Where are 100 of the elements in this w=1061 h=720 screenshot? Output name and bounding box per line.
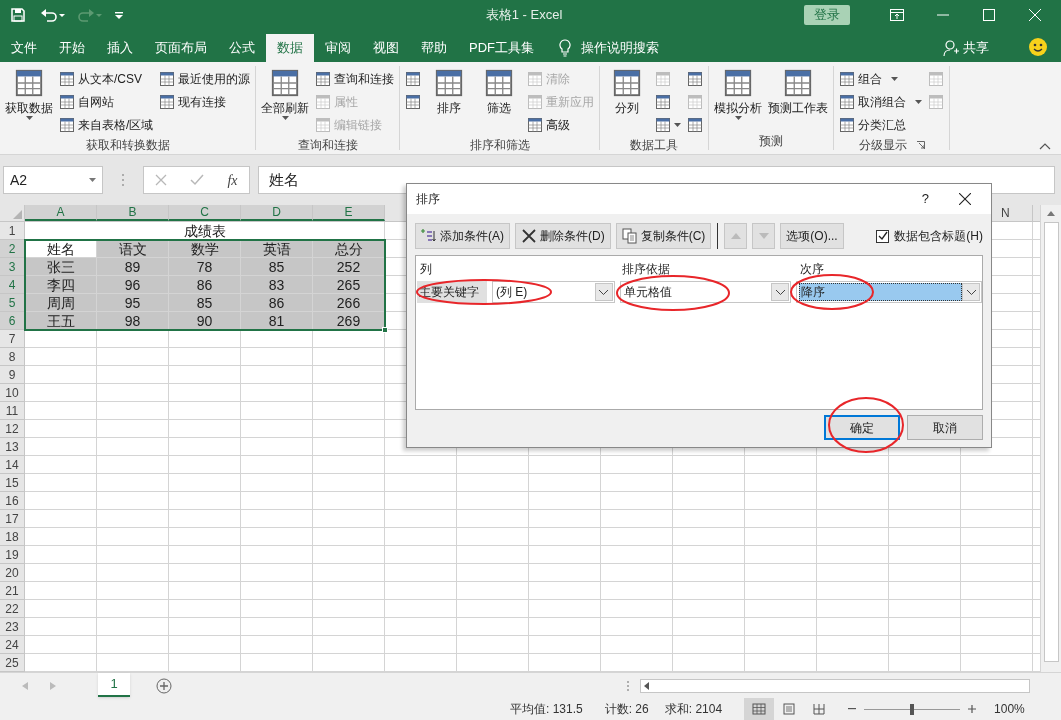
ribbon-button[interactable]: 全部刷新	[261, 68, 310, 120]
zoom-level[interactable]: 100%	[994, 700, 1025, 718]
dialog-launcher-icon[interactable]	[916, 141, 925, 149]
ribbon-button[interactable]: 查询和连接	[315, 68, 395, 90]
ribbon-tab[interactable]: 公式	[218, 34, 266, 62]
column-header[interactable]: D	[241, 205, 313, 221]
row-header[interactable]: 18	[0, 528, 25, 546]
undo-icon[interactable]	[40, 7, 66, 23]
scroll-left-icon[interactable]	[644, 681, 649, 690]
chevron-down-icon	[599, 289, 609, 295]
row-header[interactable]: 2	[0, 240, 25, 258]
checkbox[interactable]	[876, 229, 890, 243]
row-header[interactable]: 8	[0, 348, 25, 366]
collapse-ribbon-icon[interactable]	[1039, 143, 1051, 150]
row-header[interactable]: 14	[0, 456, 25, 474]
insert-function-button[interactable]: fx	[227, 169, 238, 191]
cancel-button[interactable]: 取消	[907, 415, 983, 440]
row-header[interactable]: 22	[0, 600, 25, 618]
ribbon-button[interactable]: 组合	[839, 68, 923, 90]
row-header[interactable]: 7	[0, 330, 25, 348]
ribbon-button[interactable]: 自网站	[59, 91, 154, 113]
row-header[interactable]: 12	[0, 420, 25, 438]
row-header[interactable]: 24	[0, 636, 25, 654]
row-header[interactable]: 17	[0, 510, 25, 528]
options-button[interactable]: 选项(O)...	[780, 223, 844, 249]
ribbon-button[interactable]: 模拟分析	[714, 68, 763, 120]
customize-icon[interactable]	[114, 10, 124, 20]
fill-handle[interactable]	[382, 327, 388, 333]
add-button[interactable]: 添加条件(A)	[415, 223, 510, 249]
scrollbar-thumb[interactable]	[1043, 222, 1059, 662]
ribbon-button[interactable]: 高级	[527, 114, 595, 136]
ribbon-display-icon[interactable]	[890, 9, 904, 21]
row-header[interactable]: 20	[0, 564, 25, 582]
copy-button[interactable]: 复制条件(C)	[615, 223, 712, 249]
sheet-icon	[315, 94, 332, 110]
row-header[interactable]: 6	[0, 312, 25, 330]
maximize-icon[interactable]	[983, 9, 995, 21]
ribbon-button[interactable]: 排序	[427, 68, 472, 116]
dropdown-field[interactable]: (列 E)	[491, 281, 615, 303]
sheet-icon	[655, 94, 672, 110]
close-icon[interactable]	[959, 193, 971, 205]
row-header[interactable]: 10	[0, 384, 25, 402]
smiley-icon[interactable]	[1029, 38, 1047, 56]
ok-button[interactable]: 确定	[824, 415, 900, 440]
ribbon-button[interactable]: 预测工作表	[768, 68, 829, 116]
zoom-thumb[interactable]	[910, 703, 915, 715]
ribbon-button[interactable]: 从文本/CSV	[59, 68, 154, 90]
zoom-in-icon[interactable]	[968, 705, 977, 713]
scroll-up-icon[interactable]	[1047, 211, 1055, 216]
ribbon-tab[interactable]: 审阅	[314, 34, 362, 62]
sign-in-button[interactable]: 登录	[804, 5, 850, 25]
ribbon-tab[interactable]: 帮助	[410, 34, 458, 62]
row-header[interactable]: 11	[0, 402, 25, 420]
checkbox-label[interactable]: 数据包含标题(H)	[894, 227, 983, 245]
row-header[interactable]: 21	[0, 582, 25, 600]
row-header[interactable]: 1	[0, 222, 25, 240]
horizontal-scrollbar[interactable]	[640, 678, 1030, 693]
delete-button[interactable]: 删除条件(D)	[515, 223, 611, 249]
column-header[interactable]: E	[313, 205, 385, 221]
row-header[interactable]: 3	[0, 258, 25, 276]
name-box[interactable]: A2	[3, 166, 103, 194]
view-button[interactable]	[744, 698, 775, 720]
tell-me-search[interactable]: 操作说明搜索	[581, 38, 659, 58]
ribbon-button[interactable]: 最近使用的源	[159, 68, 251, 90]
row-header[interactable]: 25	[0, 654, 25, 672]
row-header[interactable]: 9	[0, 366, 25, 384]
share-button[interactable]: 共享	[943, 34, 989, 62]
column-header[interactable]: B	[97, 205, 169, 221]
row-header[interactable]: 4	[0, 276, 25, 294]
dropdown-field[interactable]: 降序	[796, 281, 982, 303]
table-cell: 李四	[25, 276, 97, 294]
ribbon-button[interactable]: 来自表格/区域	[59, 114, 154, 136]
ribbon-button[interactable]: 筛选	[477, 68, 522, 116]
ribbon-button[interactable]: 分列	[605, 68, 650, 116]
row-header[interactable]: 15	[0, 474, 25, 492]
ribbon-tab[interactable]: PDF工具集	[458, 34, 545, 62]
column-header[interactable]: C	[169, 205, 241, 221]
ribbon-button[interactable]: 现有连接	[159, 91, 251, 113]
vertical-scrollbar[interactable]	[1040, 205, 1061, 672]
row-header[interactable]: 16	[0, 492, 25, 510]
ribbon-tab[interactable]: 插入	[96, 34, 144, 62]
ribbon-button[interactable]: 获取数据	[5, 68, 53, 120]
ribbon-tab[interactable]: 视图	[362, 34, 410, 62]
dropdown-field[interactable]: 单元格值	[619, 281, 792, 303]
row-header[interactable]: 19	[0, 546, 25, 564]
row-header[interactable]: 5	[0, 294, 25, 312]
sheet-tab[interactable]: 1	[98, 672, 130, 697]
column-header[interactable]: A	[25, 205, 97, 221]
table-cell: 81	[241, 312, 313, 330]
ribbon-tab[interactable]: 页面布局	[144, 34, 218, 62]
ribbon-button[interactable]: 分类汇总	[839, 114, 923, 136]
ribbon-tab[interactable]: 文件	[0, 34, 48, 62]
add-sheet-icon[interactable]	[156, 677, 172, 694]
ribbon-button[interactable]: 取消组合	[839, 91, 923, 113]
row-header[interactable]: 13	[0, 438, 25, 456]
window-title: 表格1 - Excel	[484, 6, 564, 25]
row-header[interactable]: 23	[0, 618, 25, 636]
save-icon[interactable]	[10, 7, 26, 23]
ribbon-tab[interactable]: 开始	[48, 34, 96, 62]
ribbon-tab[interactable]: 数据	[266, 34, 314, 62]
